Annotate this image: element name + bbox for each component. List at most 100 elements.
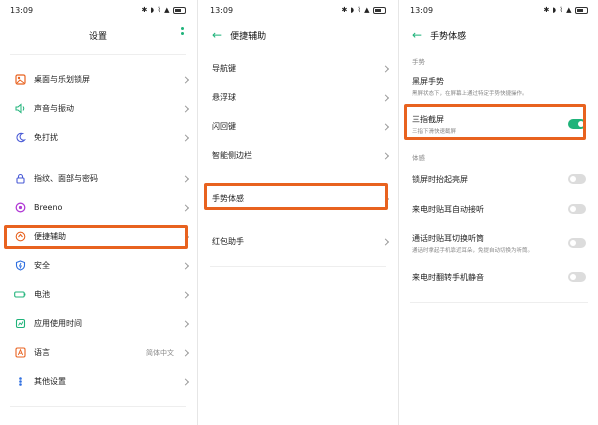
convenience-header: ← 便捷辅助 — [200, 20, 396, 50]
menu-item-label: 智能侧边栏 — [212, 151, 252, 160]
motion-item-label: 来电时贴耳自动接听 — [412, 204, 484, 214]
chevron-right-icon — [381, 151, 390, 160]
settings-item-dnd[interactable]: 免打扰 — [0, 123, 196, 152]
page-title: 手势体感 — [430, 31, 467, 42]
chevron-right-icon — [181, 232, 190, 241]
lock-icon — [14, 173, 26, 185]
settings-item-sound[interactable]: 声音与振动 — [0, 94, 196, 123]
settings-item-label: 声音与振动 — [34, 104, 74, 113]
settings-panel: 13:09 ✱ ◗ ⌇ ▲ 设置 桌面与乐划锁屏 声音与振动 免打扰 指纹、面部… — [0, 0, 196, 425]
sound-icon — [14, 103, 26, 115]
motion-item-switch-earpiece[interactable]: 通话时贴耳切换听筒 通话时拿起手机靠近耳朵，免提自动切换为听筒。 — [400, 224, 598, 262]
menu-item-label: 闪回键 — [212, 122, 236, 131]
chevron-right-icon — [381, 194, 390, 203]
gestures-panel: 13:09 ✱ ◗ ⌇ ▲ ← 手势体感 手势 黑屏手势 黑屏状态下，在屏幕上通… — [400, 0, 598, 425]
chevron-right-icon — [181, 203, 190, 212]
panel-separator — [398, 0, 399, 425]
shield-icon — [14, 260, 26, 272]
status-bar: 13:09 ✱ ◗ ⌇ ▲ — [200, 0, 396, 20]
menu-item-label: 红包助手 — [212, 237, 244, 246]
settings-header: 设置 — [0, 20, 196, 50]
chevron-right-icon — [181, 104, 190, 113]
chevron-right-icon — [381, 237, 390, 246]
battery-status-icon — [373, 6, 386, 14]
status-time: 13:09 — [210, 5, 234, 15]
menu-item-label: 悬浮球 — [212, 93, 236, 102]
settings-item-safety[interactable]: 安全 — [0, 251, 196, 280]
status-icons: ✱ ◗ ⌇ ▲ — [141, 6, 186, 14]
settings-item-other[interactable]: 其他设置 — [0, 367, 196, 396]
auto-answer-toggle[interactable] — [568, 204, 586, 214]
menu-item-red-packet[interactable]: 红包助手 — [200, 227, 396, 256]
language-value: 简体中文 — [146, 348, 174, 357]
settings-item-breeno[interactable]: Breeno — [0, 193, 196, 222]
gesture-item-label: 黑屏手势 — [412, 76, 444, 86]
menu-item-flashback-key[interactable]: 闪回键 — [200, 112, 396, 141]
menu-item-floating-ball[interactable]: 悬浮球 — [200, 83, 396, 112]
chevron-right-icon — [181, 290, 190, 299]
status-bar: 13:09 ✱ ◗ ⌇ ▲ — [400, 0, 598, 20]
panel-separator — [197, 0, 198, 425]
menu-item-gestures[interactable]: 手势体感 — [200, 184, 396, 213]
divider — [410, 302, 588, 303]
settings-item-label: 便捷辅助 — [34, 232, 66, 241]
motion-item-auto-answer[interactable]: 来电时贴耳自动接听 — [400, 194, 598, 224]
divider — [210, 266, 386, 267]
three-finger-toggle[interactable] — [568, 119, 586, 129]
motion-item-label: 锁屏时抬起亮屏 — [412, 174, 468, 184]
status-time: 13:09 — [410, 5, 434, 15]
language-icon — [14, 347, 26, 359]
settings-item-label: 电池 — [34, 290, 50, 299]
settings-item-label: 应用使用时间 — [34, 319, 82, 328]
other-settings-icon — [14, 376, 26, 388]
gesture-item-screen-off[interactable]: 黑屏手势 黑屏状态下，在屏幕上通过特定手势快捷操作。 — [400, 70, 598, 102]
divider — [10, 54, 186, 55]
menu-item-smart-sidebar[interactable]: 智能侧边栏 — [200, 141, 396, 170]
gestures-header: ← 手势体感 — [400, 20, 598, 50]
status-time: 13:09 — [10, 5, 34, 15]
settings-item-wallpaper[interactable]: 桌面与乐划锁屏 — [0, 65, 196, 94]
motion-item-label: 通话时贴耳切换听筒 — [412, 233, 484, 243]
more-options-icon[interactable] — [180, 27, 184, 35]
chevron-right-icon — [181, 75, 190, 84]
battery-icon — [14, 289, 26, 301]
status-bar: 13:09 ✱ ◗ ⌇ ▲ — [0, 0, 196, 20]
back-arrow-icon[interactable]: ← — [412, 28, 422, 42]
settings-item-label: 其他设置 — [34, 377, 66, 386]
status-icons: ✱ ◗ ⌇ ▲ — [543, 6, 588, 14]
settings-item-label: 免打扰 — [34, 133, 58, 142]
chevron-right-icon — [181, 174, 190, 183]
moon-icon — [14, 132, 26, 144]
settings-item-label: 语言 — [34, 348, 50, 357]
motion-item-label: 来电时翻转手机静音 — [412, 272, 484, 282]
wallpaper-icon — [14, 74, 26, 86]
divider — [10, 406, 186, 407]
section-label-motion: 体感 — [412, 154, 425, 162]
breeno-icon — [14, 202, 26, 214]
chevron-right-icon — [181, 348, 190, 357]
gesture-item-three-finger[interactable]: 三指截屏 三指下滑快速截屏 — [400, 108, 598, 140]
settings-item-convenience[interactable]: 便捷辅助 — [0, 222, 196, 251]
chevron-right-icon — [181, 377, 190, 386]
page-title: 设置 — [88, 31, 107, 42]
chevron-right-icon — [181, 319, 190, 328]
settings-item-label: 安全 — [34, 261, 50, 270]
convenience-panel: 13:09 ✱ ◗ ⌇ ▲ ← 便捷辅助 导航键 悬浮球 闪回键 智能侧边栏 手… — [200, 0, 396, 425]
app-time-icon — [14, 318, 26, 330]
three-finger-sub: 三指下滑快速截屏 — [412, 128, 457, 135]
settings-item-app-time[interactable]: 应用使用时间 — [0, 309, 196, 338]
menu-item-nav-keys[interactable]: 导航键 — [200, 54, 396, 83]
settings-item-language[interactable]: 语言 简体中文 — [0, 338, 196, 367]
chevron-right-icon — [181, 261, 190, 270]
switch-earpiece-toggle[interactable] — [568, 238, 586, 248]
flip-mute-toggle[interactable] — [568, 272, 586, 282]
chevron-right-icon — [381, 122, 390, 131]
raise-wake-toggle[interactable] — [568, 174, 586, 184]
settings-item-security-password[interactable]: 指纹、面部与密码 — [0, 164, 196, 193]
back-arrow-icon[interactable]: ← — [212, 28, 222, 42]
motion-item-raise-wake[interactable]: 锁屏时抬起亮屏 — [400, 164, 598, 194]
menu-item-label: 导航键 — [212, 64, 236, 73]
status-icons: ✱ ◗ ⌇ ▲ — [341, 6, 386, 14]
settings-item-battery[interactable]: 电池 — [0, 280, 196, 309]
motion-item-flip-mute[interactable]: 来电时翻转手机静音 — [400, 262, 598, 292]
